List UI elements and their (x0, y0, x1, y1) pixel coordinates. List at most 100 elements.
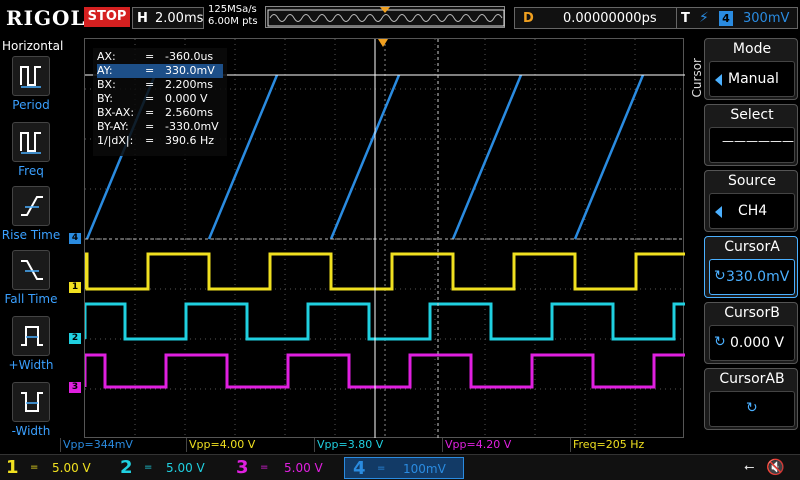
ch2-scale: 5.00 V (166, 461, 205, 475)
select-menu-item[interactable]: Select —————— (704, 104, 798, 166)
rising-edge-icon: ⚡ (699, 10, 709, 26)
cursor-row-label: 1/|dX|: (97, 134, 134, 147)
ch4-ground-marker[interactable]: 4 (69, 233, 81, 244)
measure-sidebar: Horizontal Period Freq Rise Time Fall Ti… (0, 36, 64, 454)
period-icon (20, 66, 41, 88)
menu-title: Cursor (690, 58, 704, 98)
trigger-display[interactable]: T ⚡ 4 300mV (676, 7, 798, 29)
cursor-row-by: BY: = 0.000 V (97, 92, 208, 105)
cursor-row-label: BX-AX: (97, 106, 135, 119)
cursor-readout: AX: = -360.0us AY: = 330.0mV BX: = 2.200ms BY:… (93, 48, 227, 156)
ch3-ground-marker[interactable]: 3 (69, 382, 81, 393)
cursor-row-label: BY: (97, 92, 113, 105)
cursor-menu: Mode Manual Select —————— Source CH4 Cur… (704, 38, 800, 452)
dc-coupling-icon: = (260, 462, 269, 473)
cursor-row-by-ay: BY-AY: = -330.0mV (97, 120, 219, 133)
measurement-ch1-vpp[interactable]: Vpp=4.00 V (186, 438, 255, 452)
fall-time-button[interactable] (12, 250, 50, 290)
cursor-row-bx-ax: BX-AX: = 2.560ms (97, 106, 213, 119)
source-value-box[interactable]: CH4 (709, 193, 795, 229)
source-menu-item[interactable]: Source CH4 (704, 170, 798, 232)
trigger-source: 4 (719, 11, 733, 26)
cursor-row-value: -360.0us (165, 50, 214, 63)
ch4-number: 4 (353, 458, 366, 479)
measurement-ch1-freq[interactable]: Freq=205 Hz (570, 438, 644, 452)
mode-menu-item[interactable]: Mode Manual (704, 38, 798, 100)
rise-time-icon (21, 196, 43, 216)
ch4-tab[interactable]: 4 = 100mV (344, 457, 464, 479)
measurement-ch3-vpp[interactable]: Vpp=4.20 V (442, 438, 511, 452)
cursor-b-value-box[interactable]: ↻ 0.000 V (709, 325, 795, 361)
cursor-row-value: 330.0mV (165, 64, 215, 77)
cursor-a-menu-item[interactable]: CursorA ↻ 330.0mV (704, 236, 798, 298)
freq-label: Freq (18, 164, 44, 178)
fall-time-icon (21, 260, 43, 280)
cursor-row-label: AX: (97, 50, 116, 63)
speaker-muted-icon[interactable]: 🔇 (766, 458, 785, 476)
rise-time-label: Rise Time (1, 228, 61, 242)
neg-width-label: -Width (11, 424, 51, 438)
measurement-ch4-vpp[interactable]: Vpp=344mV (60, 438, 133, 452)
source-label: Source (727, 173, 777, 189)
pos-width-button[interactable] (12, 316, 50, 356)
sample-rate: 125MSa/s (208, 4, 257, 15)
run-stop-status[interactable]: STOP (84, 7, 130, 27)
cursor-row-label: AY: (97, 64, 113, 77)
cursor-row-ax: AX: = -360.0us (97, 50, 214, 63)
fall-time-label: Fall Time (4, 292, 58, 306)
trigger-position-marker (378, 39, 388, 47)
freq-button[interactable] (12, 122, 50, 162)
usb-icon: ⭠ (744, 460, 755, 475)
knob-icon: ↻ (714, 334, 726, 350)
ch3-scale: 5.00 V (284, 461, 323, 475)
cursor-b-value: 0.000 V (730, 335, 785, 351)
cursor-ab-value-box[interactable]: ↻ (709, 391, 795, 427)
dc-coupling-icon: = (30, 462, 39, 473)
trigger-label: T (681, 11, 690, 26)
mode-label: Mode (732, 41, 772, 57)
top-status-bar: RIGOL STOP H 2.00ms 125MSa/s 6.00M pts D… (0, 0, 800, 36)
cursor-b-menu-item[interactable]: CursorB ↻ 0.000 V (704, 302, 798, 364)
timebase-value: 2.00ms (155, 11, 204, 26)
mode-value-box[interactable]: Manual (709, 61, 795, 97)
measurement-bar: Vpp=344mV Vpp=4.00 V Vpp=3.80 V Vpp=4.20… (60, 438, 690, 452)
measurement-ch2-vpp[interactable]: Vpp=3.80 V (314, 438, 383, 452)
knob-icon: ↻ (714, 268, 726, 284)
ch1-ground-marker[interactable]: 1 (69, 282, 81, 293)
knob-icon: ↻ (746, 400, 758, 416)
dc-coupling-icon: = (377, 463, 386, 474)
ch3-number: 3 (236, 457, 249, 478)
timebase-display[interactable]: H 2.00ms (132, 7, 204, 29)
source-value: CH4 (738, 203, 768, 219)
overview-waveform (267, 7, 505, 27)
pos-width-label: +Width (8, 358, 54, 372)
delay-value: 0.00000000ps (563, 11, 657, 26)
cursor-row-ay: AY: = 330.0mV (97, 64, 223, 78)
freq-icon (20, 132, 41, 154)
cursor-row-value: 2.560ms (165, 106, 213, 119)
cursor-a-value-box[interactable]: ↻ 330.0mV (709, 259, 795, 295)
sidebar-title: Horizontal (2, 39, 64, 53)
memory-depth: 6.00M pts (208, 16, 258, 27)
channel-bar: 1 = 5.00 V 2 = 5.00 V 3 = 5.00 V 4 = 100… (0, 454, 800, 480)
select-value-box[interactable]: —————— (709, 127, 795, 163)
rise-time-button[interactable] (12, 186, 50, 226)
ch2-number: 2 (120, 457, 133, 478)
period-label: Period (12, 98, 50, 112)
select-arrow-icon (715, 206, 722, 218)
cursor-b-label: CursorB (724, 305, 780, 321)
select-arrow-icon (715, 74, 722, 86)
period-button[interactable] (12, 56, 50, 96)
pos-width-icon (21, 326, 43, 346)
ch2-ground-marker[interactable]: 2 (69, 333, 81, 344)
ch2-tab[interactable]: 2 = 5.00 V (112, 457, 228, 479)
trigger-delay-display[interactable]: D 0.00000000ps (514, 7, 696, 29)
cursor-row-label: BY-AY: (97, 120, 129, 133)
cursor-row-label: BX: (97, 78, 116, 91)
ch3-tab[interactable]: 3 = 5.00 V (228, 457, 344, 479)
ch1-tab[interactable]: 1 = 5.00 V (0, 457, 112, 479)
cursor-ab-menu-item[interactable]: CursorAB ↻ (704, 368, 798, 430)
neg-width-button[interactable] (12, 382, 50, 422)
dc-coupling-icon: = (144, 462, 153, 473)
neg-width-icon (21, 392, 43, 412)
